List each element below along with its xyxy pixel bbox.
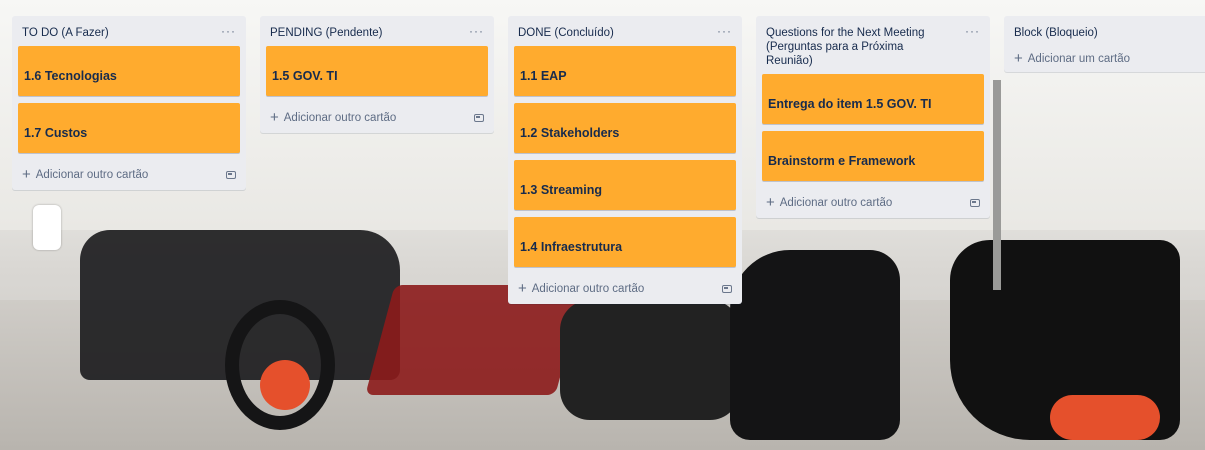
card-template-icon[interactable]: [970, 199, 980, 207]
add-card-row: + Adicionar outro cartão: [18, 160, 240, 190]
background-bench: [560, 300, 740, 420]
add-card-row: + Adicionar outro cartão: [762, 188, 984, 218]
list-header: Block (Bloqueio): [1010, 22, 1202, 46]
list-title[interactable]: PENDING (Pendente): [270, 26, 383, 40]
add-card-label: Adicionar outro cartão: [531, 283, 645, 295]
add-card-label: Adicionar outro cartão: [35, 169, 149, 181]
card[interactable]: Entrega do item 1.5 GOV. TI: [762, 74, 984, 124]
card[interactable]: 1.6 Tecnologias: [18, 46, 240, 96]
card-title: 1.3 Streaming: [520, 183, 602, 197]
list-header: DONE (Concluído) ···: [514, 22, 736, 46]
add-card-button[interactable]: + Adicionar outro cartão: [22, 166, 149, 183]
list-pending: PENDING (Pendente) ··· 1.5 GOV. TI + Adi…: [260, 16, 494, 133]
card-title: 1.2 Stakeholders: [520, 126, 620, 140]
list-title[interactable]: DONE (Concluído): [518, 26, 614, 40]
plus-icon: +: [766, 194, 775, 211]
list-title[interactable]: TO DO (A Fazer): [22, 26, 109, 40]
card[interactable]: 1.4 Infraestrutura: [514, 217, 736, 267]
card-template-icon[interactable]: [722, 285, 732, 293]
list-done: DONE (Concluído) ··· 1.1 EAP 1.2 Stakeho…: [508, 16, 742, 304]
add-card-label: Adicionar outro cartão: [779, 197, 893, 209]
card-title: Entrega do item 1.5 GOV. TI: [768, 97, 932, 111]
card[interactable]: Brainstorm e Framework: [762, 131, 984, 181]
card-title: 1.5 GOV. TI: [272, 69, 338, 83]
card[interactable]: 1.7 Custos: [18, 103, 240, 153]
add-card-button[interactable]: + Adicionar outro cartão: [270, 109, 397, 126]
background-accent: [260, 360, 310, 410]
card-title: 1.6 Tecnologias: [24, 69, 117, 83]
card-template-icon[interactable]: [226, 171, 236, 179]
card[interactable]: 1.5 GOV. TI: [266, 46, 488, 96]
list-header: Questions for the Next Meeting (Pergunta…: [762, 22, 984, 74]
card-title: 1.1 EAP: [520, 69, 567, 83]
add-card-row: + Adicionar um cartão: [1010, 46, 1202, 72]
plus-icon: +: [1014, 50, 1023, 67]
card[interactable]: 1.1 EAP: [514, 46, 736, 96]
card-template-icon[interactable]: [474, 114, 484, 122]
card[interactable]: 1.3 Streaming: [514, 160, 736, 210]
list-to-do: TO DO (A Fazer) ··· 1.6 Tecnologias 1.7 …: [12, 16, 246, 190]
add-card-button[interactable]: + Adicionar outro cartão: [766, 194, 893, 211]
board-lists: TO DO (A Fazer) ··· 1.6 Tecnologias 1.7 …: [12, 16, 1205, 304]
add-card-row: + Adicionar outro cartão: [266, 103, 488, 133]
card-title: 1.4 Infraestrutura: [520, 240, 623, 254]
list-menu-icon[interactable]: ···: [221, 25, 236, 37]
list-title[interactable]: Questions for the Next Meeting (Pergunta…: [766, 26, 951, 68]
plus-icon: +: [518, 280, 527, 297]
plus-icon: +: [270, 109, 279, 126]
list-header: TO DO (A Fazer) ···: [18, 22, 240, 46]
list-questions: Questions for the Next Meeting (Pergunta…: [756, 16, 990, 218]
card-title: Brainstorm e Framework: [768, 154, 916, 168]
card-title: 1.7 Custos: [24, 126, 88, 140]
add-card-row: + Adicionar outro cartão: [514, 274, 736, 304]
add-card-button[interactable]: + Adicionar outro cartão: [518, 280, 645, 297]
list-title[interactable]: Block (Bloqueio): [1014, 26, 1098, 40]
list-block: Block (Bloqueio) + Adicionar um cartão: [1004, 16, 1205, 72]
add-card-label: Adicionar outro cartão: [283, 112, 397, 124]
plus-icon: +: [22, 166, 31, 183]
list-menu-icon[interactable]: ···: [717, 25, 732, 37]
add-card-button[interactable]: + Adicionar um cartão: [1014, 50, 1131, 67]
list-menu-icon[interactable]: ···: [469, 25, 484, 37]
card[interactable]: 1.2 Stakeholders: [514, 103, 736, 153]
list-header: PENDING (Pendente) ···: [266, 22, 488, 46]
list-menu-icon[interactable]: ···: [965, 25, 980, 37]
background-accent: [1050, 395, 1160, 440]
add-card-label: Adicionar um cartão: [1027, 53, 1131, 65]
